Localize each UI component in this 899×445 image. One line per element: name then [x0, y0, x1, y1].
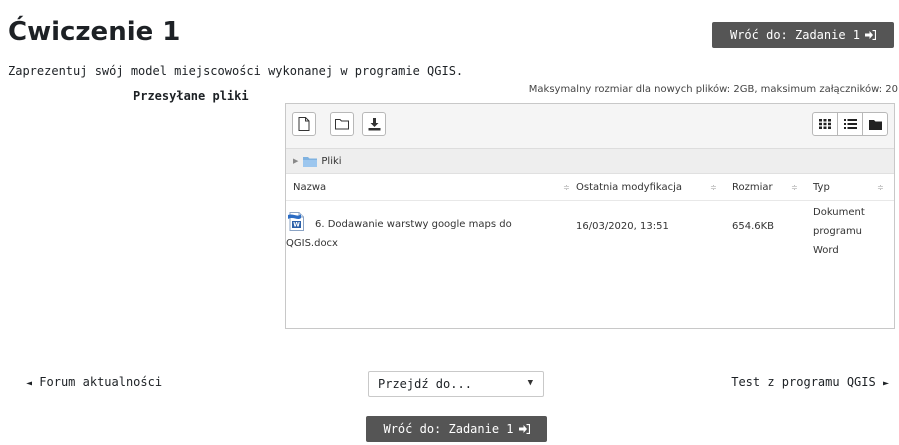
triangle-left-icon: ◄ — [26, 378, 33, 389]
folder-icon — [335, 119, 349, 130]
prev-activity-link[interactable]: ◄ Forum aktualności — [26, 375, 162, 389]
sign-in-arrow-icon — [865, 30, 877, 40]
file-modified: 16/03/2020, 13:51 — [576, 221, 669, 232]
view-icons-button[interactable] — [812, 112, 838, 136]
back-button-label: Wróć do: Zadanie 1 — [383, 422, 514, 436]
svg-text:W: W — [293, 222, 300, 229]
next-activity-label: Test z programu QGIS — [731, 375, 876, 389]
sort-icon: ≑ — [710, 183, 717, 192]
file-type: Dokument programu Word — [813, 207, 865, 256]
prev-activity-label: Forum aktualności — [39, 375, 163, 389]
file-name-cell[interactable]: W 6. Dodawanie warstwy google maps do QG… — [286, 212, 556, 253]
column-modified-label: Ostatnia modyfikacja — [576, 182, 683, 193]
folder-tree-icon — [868, 119, 882, 130]
file-manager-toolbar — [286, 104, 894, 149]
back-to-task-button[interactable]: Wróć do: Zadanie 1 — [712, 22, 894, 48]
column-size[interactable]: Rozmiar — [732, 174, 773, 201]
chevron-down-icon: ▼ — [527, 378, 533, 388]
view-tree-button[interactable] — [862, 112, 888, 136]
next-activity-link[interactable]: Test z programu QGIS ► — [731, 375, 889, 389]
view-list-button[interactable] — [837, 112, 863, 136]
create-folder-button[interactable] — [330, 112, 354, 136]
column-name[interactable]: Nazwa — [293, 174, 326, 201]
download-icon — [368, 117, 380, 130]
back-button-label: Wróć do: Zadanie 1 — [729, 28, 861, 42]
file-path-bar: ▶ Pliki — [286, 149, 894, 174]
jump-to-select[interactable]: Przejdź do... ▼ — [368, 371, 544, 397]
column-type-label: Typ — [813, 182, 830, 193]
page-title: Ćwiczenie 1 — [8, 17, 181, 47]
column-size-label: Rozmiar — [732, 182, 773, 193]
path-expand-icon[interactable]: ▶ — [293, 157, 298, 165]
file-size: 654.6KB — [732, 221, 775, 232]
sort-icon: ≑ — [563, 183, 570, 192]
max-size-info: Maksymalny rozmiar dla nowych plików: 2G… — [528, 84, 898, 95]
table-row[interactable]: W 6. Dodawanie warstwy google maps do QG… — [286, 201, 894, 271]
triangle-right-icon: ► — [882, 378, 889, 389]
list-icon — [843, 119, 857, 129]
file-name-text: 6. Dodawanie warstwy google maps do QGIS… — [286, 219, 512, 249]
file-table-header: Nazwa ≑ Ostatnia modyfikacja ≑ Rozmiar ≑… — [286, 174, 894, 201]
column-name-label: Nazwa — [293, 182, 327, 193]
column-modified[interactable]: Ostatnia modyfikacja — [576, 174, 682, 201]
path-folder-name[interactable]: Pliki — [321, 156, 341, 167]
back-to-task-button-bottom[interactable]: Wróć do: Zadanie 1 — [366, 416, 547, 442]
file-icon — [298, 117, 310, 131]
file-manager: ▶ Pliki Nazwa ≑ Ostatnia modyfikacja ≑ R… — [285, 103, 895, 329]
view-switcher — [812, 112, 888, 136]
submission-files-label: Przesyłane pliki — [133, 89, 249, 103]
folder-icon — [303, 156, 318, 167]
grid-icon — [819, 119, 831, 129]
download-all-button[interactable] — [362, 112, 386, 136]
assignment-intro: Zaprezentuj swój model miejscowości wyko… — [8, 64, 464, 78]
sign-in-arrow-icon — [518, 424, 530, 434]
jump-select-value: Przejdź do... — [378, 377, 472, 391]
add-file-button[interactable] — [292, 112, 316, 136]
sort-icon: ≑ — [877, 183, 884, 192]
column-type[interactable]: Typ — [813, 174, 830, 201]
word-document-icon: W — [288, 212, 304, 231]
sort-icon: ≑ — [791, 183, 798, 192]
